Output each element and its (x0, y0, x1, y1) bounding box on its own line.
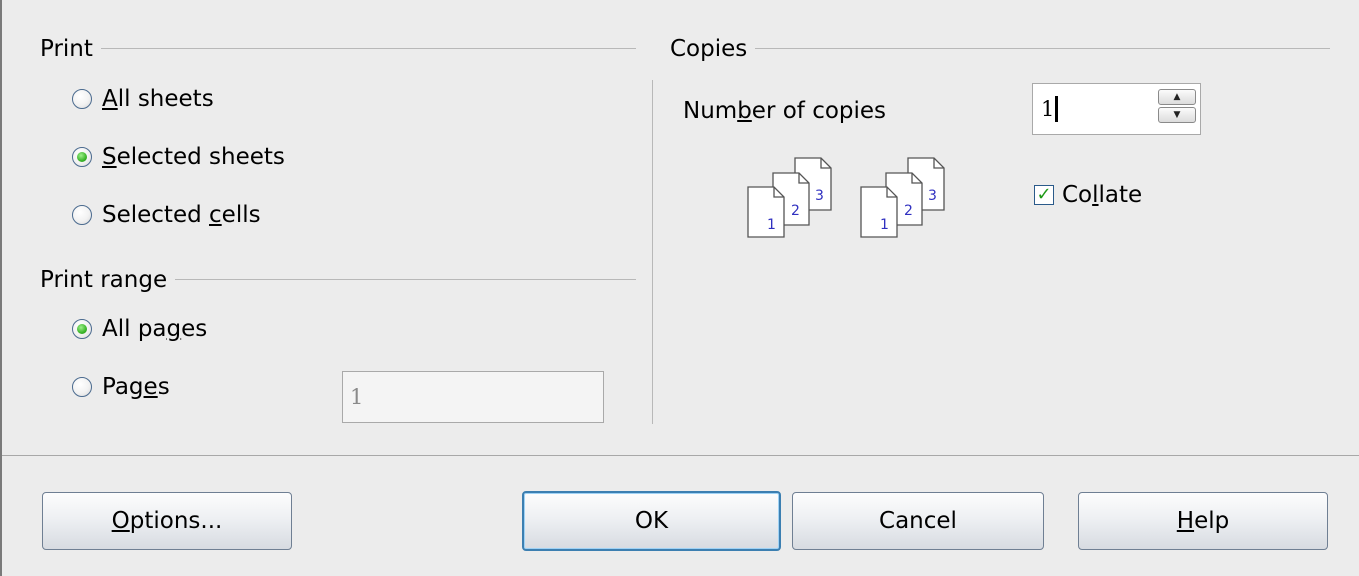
number-of-copies-label: Number of copies (683, 98, 887, 124)
arrow-up-icon: ▲ (1173, 91, 1181, 102)
spin-down-button[interactable]: ▼ (1158, 107, 1196, 123)
radio-all-sheets-indicator[interactable] (72, 89, 92, 109)
copies-group-rule (670, 48, 1330, 49)
print-range-title: Print range (40, 267, 176, 293)
help-button[interactable]: Help (1078, 492, 1328, 550)
collated-pages-icon: 3 2 1 (747, 157, 832, 238)
collated-pages-icon: 3 2 1 (860, 157, 945, 238)
cancel-button[interactable]: Cancel (792, 492, 1044, 550)
radio-all-sheets[interactable]: All sheets (72, 86, 214, 112)
text-caret (1055, 96, 1059, 122)
radio-all-pages-label: All pages (102, 316, 208, 342)
arrow-down-icon: ▼ (1173, 109, 1181, 120)
pages-range-input[interactable]: 1 (342, 371, 604, 423)
options-button-label: Options... (111, 508, 223, 534)
pages-range-value: 1 (350, 385, 364, 409)
page-number-3: 3 (928, 188, 937, 204)
radio-selected-sheets[interactable]: Selected sheets (72, 144, 285, 170)
collate-label: Collate (1062, 182, 1143, 208)
print-group-rule (40, 48, 636, 49)
button-area-separator (2, 455, 1359, 456)
page-number-1: 1 (880, 217, 889, 233)
print-group-title: Print (40, 36, 101, 62)
number-of-copies-value: 1 (1041, 97, 1055, 121)
radio-selected-sheets-label: Selected sheets (102, 144, 285, 170)
radio-all-pages-indicator[interactable] (72, 319, 92, 339)
page-number-2: 2 (791, 203, 800, 219)
radio-all-pages[interactable]: All pages (72, 316, 207, 342)
window-left-border (0, 0, 2, 576)
copies-group-title: Copies (670, 36, 756, 62)
radio-pages-indicator[interactable] (72, 377, 92, 397)
cancel-button-label: Cancel (879, 508, 957, 534)
radio-selected-cells-label: Selected cells (102, 202, 261, 228)
help-button-label: Help (1176, 508, 1230, 534)
options-button[interactable]: Options... (42, 492, 292, 550)
radio-all-sheets-label: All sheets (102, 86, 214, 112)
ok-button[interactable]: OK (522, 491, 781, 551)
spin-up-button[interactable]: ▲ (1158, 89, 1196, 105)
page-number-3: 3 (815, 188, 824, 204)
ok-button-label: OK (634, 508, 669, 534)
radio-selected-sheets-indicator[interactable] (72, 147, 92, 167)
radio-pages-label: Pages (102, 374, 170, 400)
number-of-copies-spinbox[interactable]: 1 ▲ ▼ (1032, 83, 1201, 135)
radio-selected-cells-indicator[interactable] (72, 205, 92, 225)
collate-checkbox[interactable]: ✓ (1034, 185, 1054, 205)
column-separator (652, 80, 653, 424)
collate-checkbox-row[interactable]: ✓ Collate (1034, 182, 1142, 208)
page-number-2: 2 (904, 203, 913, 219)
radio-pages[interactable]: Pages (72, 374, 170, 400)
copies-spin-buttons: ▲ ▼ (1158, 89, 1196, 123)
checkmark-icon: ✓ (1036, 184, 1052, 205)
radio-selected-cells[interactable]: Selected cells (72, 202, 261, 228)
page-number-1: 1 (767, 217, 776, 233)
